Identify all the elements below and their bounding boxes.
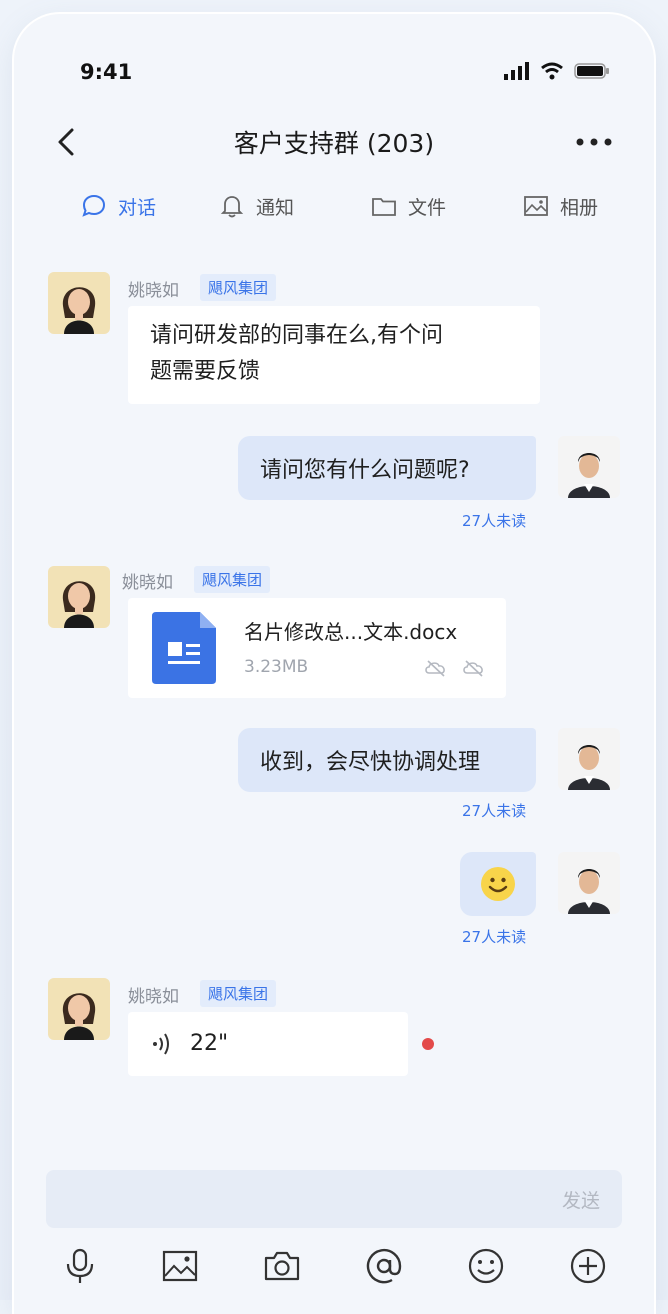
more-options-icon[interactable] (574, 130, 614, 154)
sender-name: 姚晓如 (128, 281, 179, 301)
read-status: 27人未读 (462, 512, 527, 530)
org-tag: 飓风集团 (200, 980, 277, 1007)
tab-album-label: 相册 (560, 196, 599, 219)
my-message-bubble[interactable]: 请问您有什么问题呢? (238, 436, 536, 500)
download-disabled-icon[interactable] (424, 658, 448, 678)
voice-message-bubble[interactable]: 22" (128, 1012, 408, 1076)
document-icon (152, 612, 216, 684)
my-message-bubble[interactable]: 收到，会尽快协调处理 (238, 728, 536, 792)
chat-bubble-icon (82, 194, 106, 217)
bell-icon (220, 196, 244, 218)
smiley-emoji-icon (481, 867, 515, 901)
image-icon[interactable] (160, 1246, 200, 1286)
avatar-male-image (558, 436, 620, 498)
avatar-female-image (48, 566, 110, 628)
phone-frame: 9:41 客户支持群 (203) 对话 通知 文件 相册 姚晓如 飓风集团 请问… (14, 14, 654, 1314)
tab-bar: 对话 通知 文件 相册 (14, 192, 654, 236)
read-status: 27人未读 (462, 928, 527, 946)
signal-icon (504, 62, 529, 80)
avatar-male[interactable] (558, 728, 620, 790)
voice-duration: 22" (190, 1031, 229, 1056)
avatar-female[interactable] (48, 978, 110, 1040)
my-message-text: 请问您有什么问题呢? (260, 458, 470, 483)
status-icons (504, 62, 610, 80)
at-mention-icon[interactable] (364, 1246, 404, 1286)
avatar-male-image (558, 852, 620, 914)
avatar-male[interactable] (558, 852, 620, 914)
message-bubble-text[interactable]: 请问研发部的同事在么,有个问 题需要反馈 (128, 306, 540, 404)
avatar-female-image (48, 272, 110, 334)
tab-chat[interactable]: 对话 (80, 192, 156, 220)
my-emoji-bubble[interactable] (460, 852, 536, 916)
tab-files-label: 文件 (408, 196, 447, 219)
voice-wave-icon (153, 1033, 169, 1055)
camera-icon[interactable] (262, 1246, 302, 1286)
org-tag: 飓风集团 (194, 566, 271, 593)
file-message-card[interactable]: 名片修改总...文本.docx 3.23MB (128, 598, 506, 698)
tab-chat-label: 对话 (118, 196, 157, 219)
unread-voice-dot (422, 1038, 434, 1050)
tab-notice[interactable]: 通知 (218, 192, 294, 220)
avatar-female-image (48, 978, 110, 1040)
microphone-icon[interactable] (60, 1246, 100, 1286)
avatar-female[interactable] (48, 272, 110, 334)
avatar-male-image (558, 728, 620, 790)
status-time: 9:41 (80, 60, 133, 84)
tab-notice-label: 通知 (256, 196, 295, 219)
sender-name: 姚晓如 (128, 987, 179, 1007)
plus-icon[interactable] (568, 1246, 608, 1286)
cloud-disabled-icon[interactable] (462, 658, 486, 678)
folder-icon (372, 198, 396, 216)
read-status: 27人未读 (462, 802, 527, 820)
message-input[interactable]: 发送 (46, 1170, 622, 1228)
file-size: 3.23MB (244, 657, 309, 677)
avatar-female[interactable] (48, 566, 110, 628)
file-name: 名片修改总...文本.docx (244, 620, 458, 644)
avatar-male[interactable] (558, 436, 620, 498)
org-tag: 飓风集团 (200, 274, 277, 301)
page-title: 客户支持群 (203) (233, 129, 435, 158)
sender-name: 姚晓如 (122, 573, 173, 593)
message-text-line2: 题需要反馈 (150, 359, 261, 384)
my-message-text: 收到，会尽快协调处理 (260, 750, 481, 775)
battery-icon (574, 63, 609, 79)
send-button[interactable]: 发送 (562, 1186, 600, 1213)
tab-album[interactable]: 相册 (522, 192, 598, 220)
image-icon (524, 196, 548, 216)
message-text-line1: 请问研发部的同事在么,有个问 (150, 323, 443, 348)
tab-files[interactable]: 文件 (370, 192, 446, 220)
emoji-icon[interactable] (466, 1246, 506, 1286)
wifi-icon (541, 62, 563, 80)
